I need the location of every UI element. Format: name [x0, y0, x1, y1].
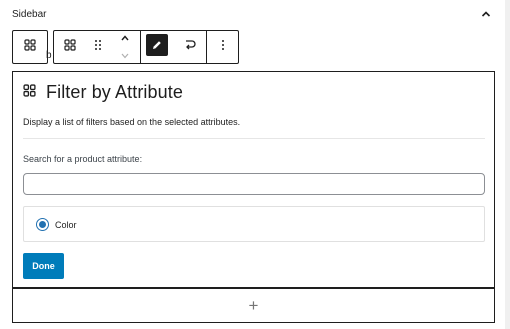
loop-arrow-icon [183, 38, 197, 57]
chevron-up-icon[interactable] [120, 29, 130, 47]
block-grid-icon [23, 83, 36, 102]
block-grid-icon [64, 38, 76, 56]
pencil-icon [146, 33, 169, 61]
scrollbar[interactable] [505, 0, 510, 329]
plus-icon: + [248, 296, 259, 315]
block-type-button[interactable] [54, 31, 86, 63]
attribute-search-input[interactable] [23, 173, 485, 195]
attribute-option-color[interactable]: Color [36, 218, 77, 231]
sidebar-panel-header[interactable]: Sidebar [0, 0, 510, 30]
done-button[interactable]: Done [23, 253, 64, 279]
select-parent-button[interactable] [12, 30, 48, 64]
more-options-button[interactable] [207, 31, 239, 63]
search-label: Search for a product attribute: [23, 154, 143, 164]
chevron-down-icon[interactable] [120, 47, 130, 65]
block-toolbar [53, 30, 239, 64]
transform-button[interactable] [174, 31, 207, 63]
block-grid-icon [24, 38, 36, 56]
block-title: Filter by Attribute [46, 82, 183, 102]
panel-title: Sidebar [12, 9, 47, 20]
more-vertical-icon [221, 38, 225, 56]
filter-by-attribute-block[interactable]: Filter by Attribute Display a list of fi… [12, 71, 495, 288]
add-block-button[interactable]: + [12, 288, 495, 323]
radio-selected-icon[interactable] [36, 218, 49, 231]
drag-handle-icon [94, 38, 102, 56]
block-description: Display a list of filters based on the s… [23, 117, 241, 127]
block-header: Filter by Attribute [23, 82, 183, 103]
cursor-icon: b [46, 50, 52, 61]
chevron-up-icon[interactable] [478, 6, 494, 22]
edit-button[interactable] [141, 31, 174, 63]
divider [23, 138, 485, 139]
attribute-list: Color [23, 206, 485, 242]
move-buttons [110, 31, 140, 63]
drag-handle-button[interactable] [86, 31, 110, 63]
attribute-label: Color [55, 219, 77, 230]
